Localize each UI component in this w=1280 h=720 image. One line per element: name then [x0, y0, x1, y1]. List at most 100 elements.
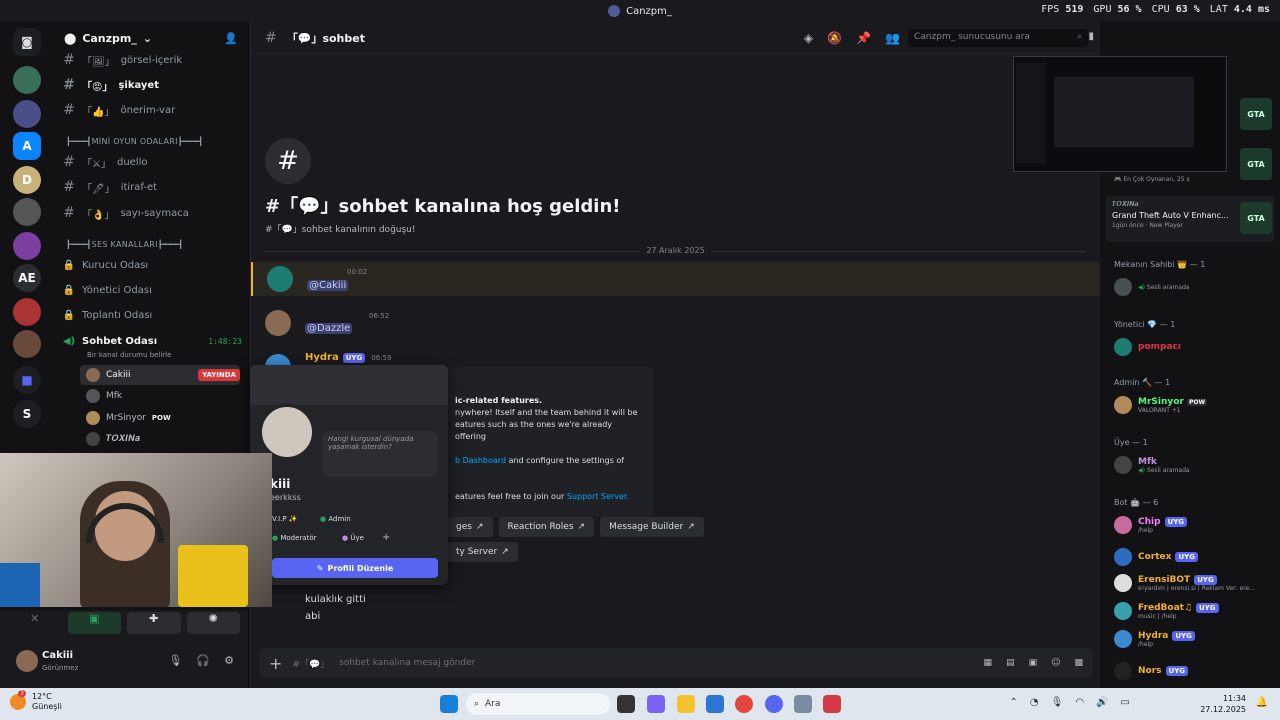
voice-channel-item[interactable]: 🔒 Kurucu Odası [62, 255, 148, 275]
headphones-icon[interactable]: 🎧 [196, 654, 210, 667]
user-panel: ✕ ▣ ✚ ✺ Cakiii Görünmez 🎙 🎧 ⚙ [0, 610, 248, 688]
gift-icon[interactable]: ▦ [984, 658, 993, 668]
camera-off-icon[interactable]: ✕ [8, 612, 62, 634]
discord-icon[interactable] [765, 695, 783, 713]
server-icon[interactable]: AE [13, 264, 41, 292]
mic-icon[interactable]: 🎙 [1051, 697, 1064, 708]
soundboard-icon[interactable]: ✺ [186, 612, 240, 634]
user-mention[interactable]: @Dazzle [305, 323, 353, 334]
notification-bell-icon[interactable]: 🔔 [1256, 697, 1268, 708]
server-icon[interactable] [13, 232, 41, 260]
voice-user[interactable]: Mfk [80, 386, 240, 406]
notifications-icon[interactable]: 🔕 [827, 31, 842, 45]
app-icon[interactable] [823, 695, 841, 713]
link-button[interactable]: ty Server ↗ [447, 542, 518, 562]
taskbar-search[interactable]: ⌕ Ara [466, 693, 610, 715]
server-icon[interactable] [13, 66, 41, 94]
avatar[interactable] [16, 650, 38, 672]
file-explorer-icon[interactable] [677, 695, 695, 713]
member-item[interactable]: Nors UYG [1114, 662, 1274, 680]
weather-widget[interactable]: 3 12°C Güneşli [10, 690, 62, 712]
server-icon[interactable] [13, 198, 41, 226]
clock[interactable]: 11:34 27.12.2025 [1200, 693, 1246, 715]
volume-icon[interactable]: 🔊 [1096, 697, 1108, 708]
add-role-icon[interactable]: + [382, 532, 390, 543]
link-button[interactable]: Reaction Roles ↗ [498, 517, 595, 537]
copilot-icon[interactable] [647, 695, 665, 713]
server-icon[interactable]: D [13, 166, 41, 194]
member-item[interactable]: FredBoat♫ UYG music | /help [1114, 602, 1274, 620]
message[interactable]: 00:02 @Cakiii [251, 262, 1101, 296]
discord-home-icon[interactable]: ◙ [13, 28, 41, 56]
member-item[interactable]: ◀) Sesli aramada [1114, 278, 1274, 296]
sticker-icon[interactable]: ▣ [1029, 658, 1038, 668]
activities-icon[interactable]: ✚ [127, 612, 181, 634]
status-bubble[interactable]: Hangi kurgusal dünyada yaşamak isterdin? [322, 431, 438, 477]
screen-share-icon[interactable]: ▣ [67, 612, 121, 634]
inbox-icon[interactable]: ▮ [1088, 31, 1094, 42]
settings-gear-icon[interactable]: ⚙ [224, 654, 234, 667]
microphone-icon[interactable]: 🎙 [168, 654, 182, 667]
member-item[interactable]: MrSinyor POW VALORANT +1 [1114, 396, 1274, 414]
settings-icon[interactable] [794, 695, 812, 713]
threads-icon[interactable]: ◈ [804, 31, 813, 45]
add-member-icon[interactable]: 👤 [224, 32, 238, 45]
folder-icon[interactable]: ■ [13, 366, 41, 394]
windows-taskbar: 3 12°C Güneşli ⌕ Ara ⌃ ◔ 🎙 ◠ 🔊 ▭ 11:34 27.1… [0, 688, 1280, 720]
server-icon[interactable]: A [13, 132, 41, 160]
message-author[interactable]: Hydra [305, 352, 339, 363]
chrome-icon[interactable] [735, 695, 753, 713]
voice-channel-item[interactable]: 🔒 Yönetici Odası [62, 280, 152, 300]
gif-icon[interactable]: ▤ [1006, 658, 1015, 668]
hash-icon: # [63, 52, 75, 68]
category-header[interactable]: ┣━━━┫MİNİ OYUN ODALARI┣━━━┫ [66, 137, 203, 146]
battery-icon[interactable]: ▭ [1121, 697, 1130, 708]
member-item[interactable]: Mfk ◀) Sesli aramada [1114, 456, 1274, 474]
server-icon[interactable] [13, 100, 41, 128]
member-item[interactable]: pompacı [1114, 338, 1274, 356]
member-item[interactable]: Hydra UYG/help [1114, 630, 1274, 648]
member-item[interactable]: Chip UYG/help [1114, 516, 1274, 534]
add-attachment-icon[interactable]: + [269, 654, 282, 673]
apps-icon[interactable]: ▩ [1074, 658, 1083, 668]
task-view-icon[interactable] [617, 695, 635, 713]
members-icon[interactable]: 👥 [885, 31, 900, 45]
activity-card[interactable]: 𝑻𝑶𝑿𝑰𝑵𝒂 Grand Theft Auto V Enhanc... 1gün… [1106, 196, 1274, 242]
channel-item[interactable]: # 「😡」 şikayet [62, 75, 159, 95]
channel-item[interactable]: # 「👌」 sayı-saymaca [62, 203, 189, 223]
voice-user[interactable]: Cakiii YAYINDA [80, 365, 240, 385]
channel-item[interactable]: # 「🖊」 itiraf-et [62, 177, 157, 197]
edit-profile-button[interactable]: ✎ Profili Düzenle [272, 558, 438, 578]
message[interactable]: 06:52 @Dazzle [251, 308, 1101, 338]
voice-channel-item[interactable]: 🔒 Toplantı Odası [62, 305, 153, 325]
pin-icon[interactable]: 📌 [856, 31, 871, 45]
voice-user[interactable]: MrSinyor POW [80, 408, 240, 428]
channel-item[interactable]: # 「👍」 önerim-var [62, 100, 175, 120]
channel-status-hint[interactable]: Bir kanal durumu belirle [87, 351, 171, 359]
stream-preview[interactable] [1013, 56, 1227, 172]
category-header[interactable]: ┣━━━┫SES KANALLARI┣━━━┫ [66, 240, 183, 249]
voice-user[interactable]: 𝑻𝑶𝑿𝑰𝑵𝒂 [80, 429, 240, 449]
channel-item[interactable]: # 「⚔」 duello [62, 152, 147, 172]
member-item[interactable]: Cortex UYG [1114, 548, 1274, 566]
member-item[interactable]: ErensiBOT UYG e!yardım | erensi.si | Rekla… [1114, 574, 1274, 592]
wifi-icon[interactable]: ◠ [1075, 697, 1084, 708]
chevron-up-icon[interactable]: ⌃ [1010, 697, 1018, 708]
network-icon[interactable]: ◔ [1030, 697, 1039, 708]
voice-channel-active[interactable]: ◀) Sohbet Odası 1:48:23 [62, 331, 242, 351]
link-button[interactable]: Message Builder ↗ [600, 517, 704, 537]
message[interactable]: kulaklık gitti abi [251, 592, 1101, 632]
message-input[interactable]: sohbet kanalına mesaj gönder [339, 658, 475, 668]
hash-icon: # [63, 205, 75, 221]
windows-start-icon[interactable] [440, 695, 458, 713]
user-mention[interactable]: @Cakiii [307, 280, 349, 291]
server-icon[interactable] [13, 298, 41, 326]
channel-item[interactable]: # 「🖼」 görsel-içerik [62, 50, 182, 70]
message-composer[interactable]: + #「💬」 sohbet kanalına mesaj gönder ▦ ▤ … [259, 648, 1093, 678]
server-icon[interactable] [13, 330, 41, 358]
server-icon[interactable]: S [13, 400, 41, 428]
store-icon[interactable] [706, 695, 724, 713]
link-button[interactable]: ges ↗ [447, 517, 493, 537]
emoji-icon[interactable]: ☺ [1051, 658, 1060, 668]
search-input[interactable]: Canzpm_ sunucusunu ara ⌕ [908, 29, 1088, 47]
